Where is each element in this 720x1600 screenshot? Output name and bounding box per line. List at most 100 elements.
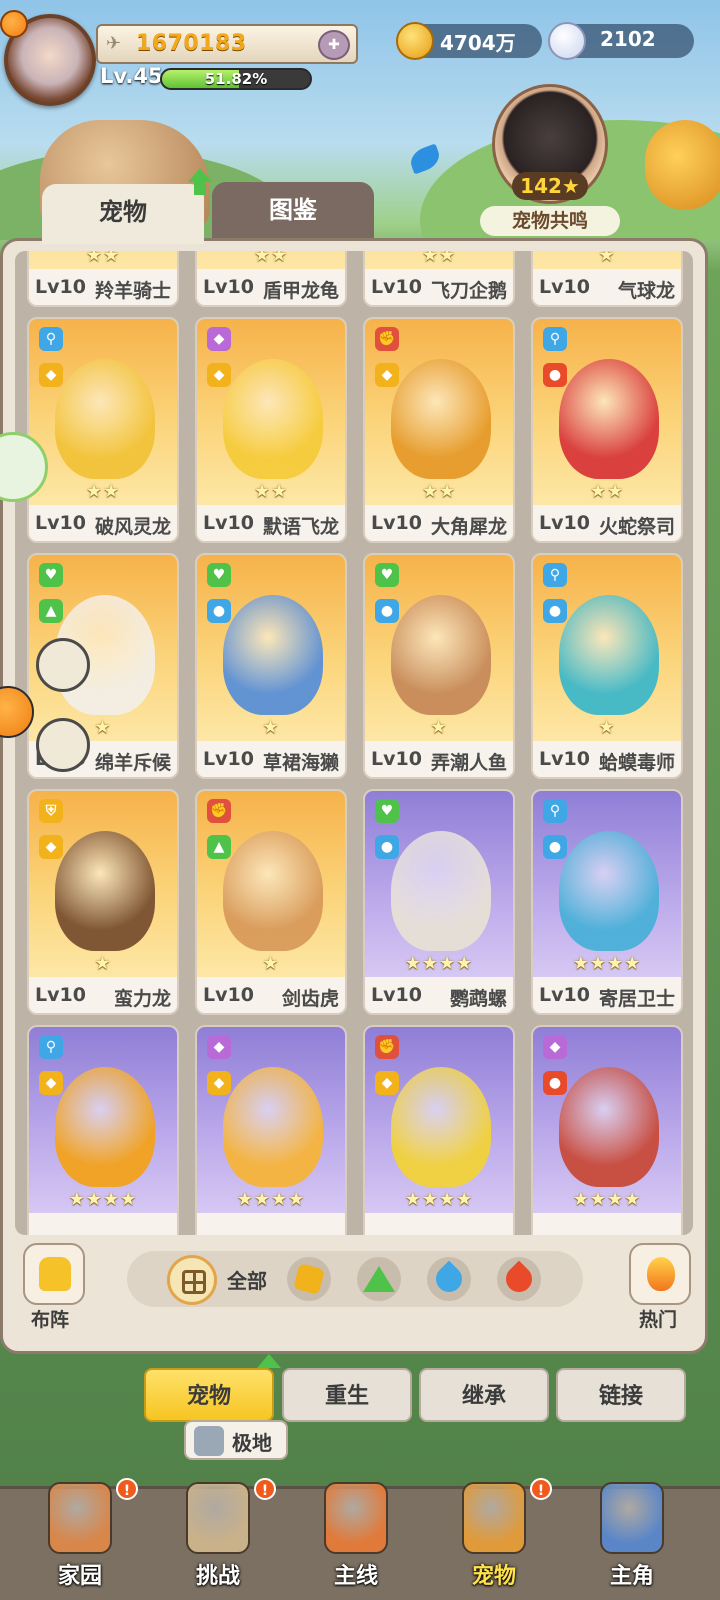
pet-element-icon: ● xyxy=(375,599,399,623)
notification-dot: ! xyxy=(116,1478,138,1500)
gold-currency[interactable]: 4704万 xyxy=(396,22,542,60)
pet-card[interactable]: ⚲ ◆ ★★★★ xyxy=(27,1025,179,1235)
subtab-inherit[interactable]: 继承 xyxy=(419,1368,549,1422)
hot-label: 热门 xyxy=(639,1309,678,1331)
pet-stars: ★★★★ xyxy=(404,1189,474,1210)
pet-level: Lv10 xyxy=(203,276,254,298)
pet-portrait xyxy=(391,595,491,715)
filter-all-label: 全部 xyxy=(227,1269,267,1293)
pet-name: 草裙海獭 xyxy=(262,752,339,774)
pet-card[interactable]: ♥ ● ★ Lv10 弄潮人鱼 xyxy=(363,553,515,779)
pet-card[interactable]: ⚲ ◆ ★★ Lv10 破风灵龙 xyxy=(27,317,179,543)
pet-card[interactable]: ◆ ◆ ★★ Lv10 默语飞龙 xyxy=(195,317,347,543)
pet-type-icon: ⚲ xyxy=(543,327,567,351)
pet-card-footer xyxy=(29,1213,177,1235)
location-pin-icon[interactable] xyxy=(36,718,90,772)
pet-element-icon: ◆ xyxy=(207,1071,231,1095)
pet-level: Lv10 xyxy=(203,748,254,770)
pet-card[interactable]: ✊ ▲ ★ Lv10 剑齿虎 xyxy=(195,789,347,1015)
pet-name: 蛤蟆毒师 xyxy=(598,752,675,774)
pet-stars: ★★ xyxy=(421,481,457,502)
pet-card[interactable]: ⚲ ● ★ Lv10 蛤蟆毒师 xyxy=(531,553,683,779)
pet-level: Lv10 xyxy=(203,984,254,1006)
nav-item[interactable]: 主角 xyxy=(572,1478,692,1598)
polar-icon xyxy=(194,1426,224,1456)
tab-pets[interactable]: 宠物 xyxy=(42,184,204,244)
pet-stars: ★★★★ xyxy=(236,1189,306,1210)
bone-icon[interactable]: ✚ xyxy=(318,30,350,60)
nav-item[interactable]: 主线 xyxy=(296,1478,416,1598)
pet-card[interactable]: ★★ Lv10 羚羊骑士 xyxy=(27,251,179,307)
pet-element-icon: ● xyxy=(375,835,399,859)
pet-card[interactable]: ★★ Lv10 盾甲龙龟 xyxy=(195,251,347,307)
pumpkin-badge-icon xyxy=(0,10,28,38)
pet-card-footer xyxy=(365,1213,513,1235)
pet-card-art: ◆ ● ★★★★ xyxy=(533,1027,681,1213)
pet-card[interactable]: ✊ ◆ ★★ Lv10 大角犀龙 xyxy=(363,317,515,543)
pet-level: Lv10 xyxy=(539,276,590,298)
pet-element-icon: ● xyxy=(207,599,231,623)
filter-all-button[interactable] xyxy=(167,1255,217,1305)
pet-type-icon: ♥ xyxy=(375,799,399,823)
pet-level: Lv10 xyxy=(371,748,422,770)
pet-card[interactable]: ♥ ● ★ Lv10 草裙海獭 xyxy=(195,553,347,779)
level-panel: Lv.45 51.82% xyxy=(96,64,358,92)
pet-card[interactable]: ♥ ● ★★★★ Lv10 鹦鹉螺 xyxy=(363,789,515,1015)
player-level: Lv.45 xyxy=(100,64,163,88)
nav-label: 宠物 xyxy=(471,1564,516,1589)
gem-currency[interactable]: 2102 xyxy=(548,22,694,60)
pet-card[interactable]: ✊ ◆ ★★★★ xyxy=(363,1025,515,1235)
nav-item[interactable]: 宠物! xyxy=(434,1478,554,1598)
pet-card[interactable]: ★★ Lv10 飞刀企鹅 xyxy=(363,251,515,307)
formation-button[interactable] xyxy=(23,1243,85,1305)
resonance-count: 142★ xyxy=(512,172,588,200)
level-progress-bar: 51.82% xyxy=(160,68,312,90)
pet-level: Lv10 xyxy=(539,748,590,770)
nav-icon xyxy=(48,1482,112,1554)
pet-portrait xyxy=(559,595,659,715)
polar-tooltip[interactable]: 极地 xyxy=(184,1420,288,1460)
subtab-rebirth[interactable]: 重生 xyxy=(282,1368,412,1422)
nav-item[interactable]: 家园! xyxy=(20,1478,140,1598)
pet-portrait xyxy=(391,1067,491,1187)
pet-card[interactable]: ★ Lv10 气球龙 xyxy=(531,251,683,307)
notification-dot: ! xyxy=(254,1478,276,1500)
pet-card[interactable]: ⚲ ● ★★★★ Lv10 寄居卫士 xyxy=(531,789,683,1015)
pet-card-art: ★★ xyxy=(29,251,177,269)
tab-catalog[interactable]: 图鉴 xyxy=(212,182,374,238)
pet-type-icon: ⚲ xyxy=(543,563,567,587)
upgrade-arrow-icon xyxy=(257,1354,281,1368)
pet-grid[interactable]: ★★ Lv10 羚羊骑士 ★★ Lv10 盾甲龙龟 ★★ Lv10 飞刀企鹅 ★ Lv10 气球龙 ⚲ ◆… xyxy=(15,251,693,1235)
filter-fire-button[interactable] xyxy=(497,1257,541,1301)
nav-label: 挑战 xyxy=(195,1564,240,1589)
filter-water-button[interactable] xyxy=(427,1257,471,1301)
pet-name: 盾甲龙龟 xyxy=(262,280,339,302)
pet-element-icon: ▲ xyxy=(207,835,231,859)
pet-card[interactable]: ◆ ◆ ★★★★ xyxy=(195,1025,347,1235)
flame-icon xyxy=(647,1257,675,1291)
hot-button[interactable] xyxy=(629,1243,691,1305)
subtab-pets[interactable]: 宠物 xyxy=(144,1368,274,1422)
pet-portrait xyxy=(559,359,659,479)
chat-bubble-icon[interactable] xyxy=(36,638,90,692)
pet-stars: ★★ xyxy=(253,481,289,502)
filter-earth-button[interactable] xyxy=(287,1257,331,1301)
pet-card[interactable]: ◆ ● ★★★★ xyxy=(531,1025,683,1235)
filter-grass-button[interactable] xyxy=(357,1257,401,1301)
nav-item[interactable]: 挑战! xyxy=(158,1478,278,1598)
subtab-link[interactable]: 链接 xyxy=(556,1368,686,1422)
notification-dot: ! xyxy=(530,1478,552,1500)
pet-resonance-button[interactable]: 142★ 宠物共鸣 xyxy=(474,84,624,244)
pet-element-icon: ● xyxy=(543,599,567,623)
pet-portrait xyxy=(391,831,491,951)
pet-card[interactable]: ⛨ ◆ ★ Lv10 蛮力龙 xyxy=(27,789,179,1015)
earth-element-icon xyxy=(293,1263,325,1295)
pet-card[interactable]: ⚲ ● ★★ Lv10 火蛇祭司 xyxy=(531,317,683,543)
pet-name: 羚羊骑士 xyxy=(94,280,171,302)
pet-element-icon: ● xyxy=(543,835,567,859)
pet-element-icon: ● xyxy=(543,363,567,387)
pet-type-icon: ♥ xyxy=(39,563,63,587)
pet-element-icon: ◆ xyxy=(39,1071,63,1095)
pet-card-footer xyxy=(197,1213,345,1235)
pet-type-icon: ◆ xyxy=(207,327,231,351)
